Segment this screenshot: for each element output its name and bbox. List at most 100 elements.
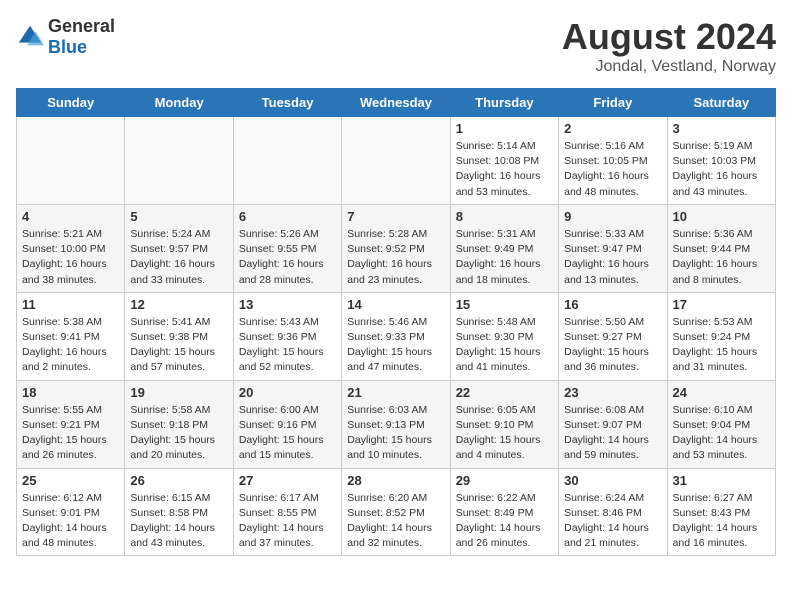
calendar-cell: 12 Sunrise: 5:41 AM Sunset: 9:38 PM Dayli… bbox=[125, 292, 233, 380]
day-info: Sunrise: 6:15 AM Sunset: 8:58 PM Dayligh… bbox=[130, 491, 227, 552]
day-number: 27 bbox=[239, 473, 336, 488]
calendar-cell: 11 Sunrise: 5:38 AM Sunset: 9:41 PM Dayli… bbox=[17, 292, 125, 380]
day-info: Sunrise: 5:31 AM Sunset: 9:49 PM Dayligh… bbox=[456, 227, 553, 288]
day-number: 13 bbox=[239, 297, 336, 312]
day-info: Sunrise: 5:26 AM Sunset: 9:55 PM Dayligh… bbox=[239, 227, 336, 288]
calendar-cell: 8 Sunrise: 5:31 AM Sunset: 9:49 PM Daylig… bbox=[450, 204, 558, 292]
day-number: 8 bbox=[456, 209, 553, 224]
weekday-header: Sunday bbox=[17, 89, 125, 117]
day-info: Sunrise: 5:48 AM Sunset: 9:30 PM Dayligh… bbox=[456, 315, 553, 376]
day-number: 10 bbox=[673, 209, 770, 224]
day-info: Sunrise: 5:58 AM Sunset: 9:18 PM Dayligh… bbox=[130, 403, 227, 464]
calendar-cell: 31 Sunrise: 6:27 AM Sunset: 8:43 PM Dayli… bbox=[667, 468, 775, 556]
weekday-header: Wednesday bbox=[342, 89, 450, 117]
day-info: Sunrise: 6:22 AM Sunset: 8:49 PM Dayligh… bbox=[456, 491, 553, 552]
day-info: Sunrise: 5:50 AM Sunset: 9:27 PM Dayligh… bbox=[564, 315, 661, 376]
day-number: 23 bbox=[564, 385, 661, 400]
day-number: 20 bbox=[239, 385, 336, 400]
day-number: 25 bbox=[22, 473, 119, 488]
day-number: 16 bbox=[564, 297, 661, 312]
calendar-cell: 22 Sunrise: 6:05 AM Sunset: 9:10 PM Dayli… bbox=[450, 380, 558, 468]
day-info: Sunrise: 6:17 AM Sunset: 8:55 PM Dayligh… bbox=[239, 491, 336, 552]
day-info: Sunrise: 6:24 AM Sunset: 8:46 PM Dayligh… bbox=[564, 491, 661, 552]
weekday-header: Thursday bbox=[450, 89, 558, 117]
calendar-cell: 2 Sunrise: 5:16 AM Sunset: 10:05 PM Dayli… bbox=[559, 117, 667, 205]
page-header: General Blue August 2024 Jondal, Vestlan… bbox=[16, 16, 776, 76]
calendar-cell: 15 Sunrise: 5:48 AM Sunset: 9:30 PM Dayli… bbox=[450, 292, 558, 380]
calendar-week-row: 4 Sunrise: 5:21 AM Sunset: 10:00 PM Dayli… bbox=[17, 204, 776, 292]
day-number: 28 bbox=[347, 473, 444, 488]
calendar-cell: 26 Sunrise: 6:15 AM Sunset: 8:58 PM Dayli… bbox=[125, 468, 233, 556]
day-info: Sunrise: 6:27 AM Sunset: 8:43 PM Dayligh… bbox=[673, 491, 770, 552]
calendar-cell: 3Sunrise: 5:19 AM Sunset: 10:03 PM Dayli… bbox=[667, 117, 775, 205]
day-info: Sunrise: 5:19 AM Sunset: 10:03 PM Daylig… bbox=[673, 139, 770, 200]
calendar-cell: 27 Sunrise: 6:17 AM Sunset: 8:55 PM Dayli… bbox=[233, 468, 341, 556]
calendar-cell: 25 Sunrise: 6:12 AM Sunset: 9:01 PM Dayli… bbox=[17, 468, 125, 556]
weekday-header: Tuesday bbox=[233, 89, 341, 117]
day-number: 17 bbox=[673, 297, 770, 312]
day-number: 4 bbox=[22, 209, 119, 224]
calendar-cell: 10Sunrise: 5:36 AM Sunset: 9:44 PM Dayli… bbox=[667, 204, 775, 292]
calendar-cell bbox=[17, 117, 125, 205]
day-number: 21 bbox=[347, 385, 444, 400]
calendar-cell bbox=[125, 117, 233, 205]
day-info: Sunrise: 5:38 AM Sunset: 9:41 PM Dayligh… bbox=[22, 315, 119, 376]
logo-icon bbox=[16, 23, 44, 51]
weekday-header: Saturday bbox=[667, 89, 775, 117]
day-info: Sunrise: 6:20 AM Sunset: 8:52 PM Dayligh… bbox=[347, 491, 444, 552]
calendar-cell: 20 Sunrise: 6:00 AM Sunset: 9:16 PM Dayli… bbox=[233, 380, 341, 468]
day-number: 6 bbox=[239, 209, 336, 224]
calendar-cell: 14Sunrise: 5:46 AM Sunset: 9:33 PM Dayli… bbox=[342, 292, 450, 380]
day-number: 15 bbox=[456, 297, 553, 312]
day-number: 2 bbox=[564, 121, 661, 136]
day-info: Sunrise: 6:03 AM Sunset: 9:13 PM Dayligh… bbox=[347, 403, 444, 464]
day-info: Sunrise: 5:46 AM Sunset: 9:33 PM Dayligh… bbox=[347, 315, 444, 376]
day-info: Sunrise: 5:24 AM Sunset: 9:57 PM Dayligh… bbox=[130, 227, 227, 288]
day-info: Sunrise: 5:41 AM Sunset: 9:38 PM Dayligh… bbox=[130, 315, 227, 376]
day-info: Sunrise: 6:08 AM Sunset: 9:07 PM Dayligh… bbox=[564, 403, 661, 464]
logo-general-text: General bbox=[48, 16, 115, 36]
day-info: Sunrise: 6:00 AM Sunset: 9:16 PM Dayligh… bbox=[239, 403, 336, 464]
logo-blue-text: Blue bbox=[48, 37, 87, 57]
day-number: 22 bbox=[456, 385, 553, 400]
calendar-cell: 7 Sunrise: 5:28 AM Sunset: 9:52 PM Daylig… bbox=[342, 204, 450, 292]
day-info: Sunrise: 5:33 AM Sunset: 9:47 PM Dayligh… bbox=[564, 227, 661, 288]
calendar-cell: 5 Sunrise: 5:24 AM Sunset: 9:57 PM Daylig… bbox=[125, 204, 233, 292]
title-block: August 2024 Jondal, Vestland, Norway bbox=[562, 16, 776, 76]
day-info: Sunrise: 5:16 AM Sunset: 10:05 PM Daylig… bbox=[564, 139, 661, 200]
day-info: Sunrise: 6:12 AM Sunset: 9:01 PM Dayligh… bbox=[22, 491, 119, 552]
day-number: 30 bbox=[564, 473, 661, 488]
day-number: 1 bbox=[456, 121, 553, 136]
day-info: Sunrise: 5:28 AM Sunset: 9:52 PM Dayligh… bbox=[347, 227, 444, 288]
calendar-week-row: 1 Sunrise: 5:14 AM Sunset: 10:08 PM Dayli… bbox=[17, 117, 776, 205]
calendar-cell: 9 Sunrise: 5:33 AM Sunset: 9:47 PM Daylig… bbox=[559, 204, 667, 292]
calendar-cell: 21 Sunrise: 6:03 AM Sunset: 9:13 PM Dayli… bbox=[342, 380, 450, 468]
calendar-cell: 23 Sunrise: 6:08 AM Sunset: 9:07 PM Dayli… bbox=[559, 380, 667, 468]
day-info: Sunrise: 5:53 AM Sunset: 9:24 PM Dayligh… bbox=[673, 315, 770, 376]
day-number: 7 bbox=[347, 209, 444, 224]
calendar-cell: 24Sunrise: 6:10 AM Sunset: 9:04 PM Dayli… bbox=[667, 380, 775, 468]
day-number: 9 bbox=[564, 209, 661, 224]
day-number: 31 bbox=[673, 473, 770, 488]
day-number: 12 bbox=[130, 297, 227, 312]
calendar-cell: 16 Sunrise: 5:50 AM Sunset: 9:27 PM Dayli… bbox=[559, 292, 667, 380]
calendar-cell: 13 Sunrise: 5:43 AM Sunset: 9:36 PM Dayli… bbox=[233, 292, 341, 380]
weekday-header-row: SundayMondayTuesdayWednesdayThursdayFrid… bbox=[17, 89, 776, 117]
day-info: Sunrise: 5:14 AM Sunset: 10:08 PM Daylig… bbox=[456, 139, 553, 200]
calendar-cell: 29 Sunrise: 6:22 AM Sunset: 8:49 PM Dayli… bbox=[450, 468, 558, 556]
calendar-cell: 4 Sunrise: 5:21 AM Sunset: 10:00 PM Dayli… bbox=[17, 204, 125, 292]
day-info: Sunrise: 5:21 AM Sunset: 10:00 PM Daylig… bbox=[22, 227, 119, 288]
calendar-week-row: 11 Sunrise: 5:38 AM Sunset: 9:41 PM Dayli… bbox=[17, 292, 776, 380]
calendar-week-row: 25 Sunrise: 6:12 AM Sunset: 9:01 PM Dayli… bbox=[17, 468, 776, 556]
day-number: 29 bbox=[456, 473, 553, 488]
day-info: Sunrise: 5:55 AM Sunset: 9:21 PM Dayligh… bbox=[22, 403, 119, 464]
day-number: 26 bbox=[130, 473, 227, 488]
day-info: Sunrise: 6:05 AM Sunset: 9:10 PM Dayligh… bbox=[456, 403, 553, 464]
day-info: Sunrise: 5:43 AM Sunset: 9:36 PM Dayligh… bbox=[239, 315, 336, 376]
calendar-cell: 1 Sunrise: 5:14 AM Sunset: 10:08 PM Dayli… bbox=[450, 117, 558, 205]
logo: General Blue bbox=[16, 16, 115, 58]
day-number: 24 bbox=[673, 385, 770, 400]
day-number: 5 bbox=[130, 209, 227, 224]
weekday-header: Monday bbox=[125, 89, 233, 117]
day-number: 11 bbox=[22, 297, 119, 312]
